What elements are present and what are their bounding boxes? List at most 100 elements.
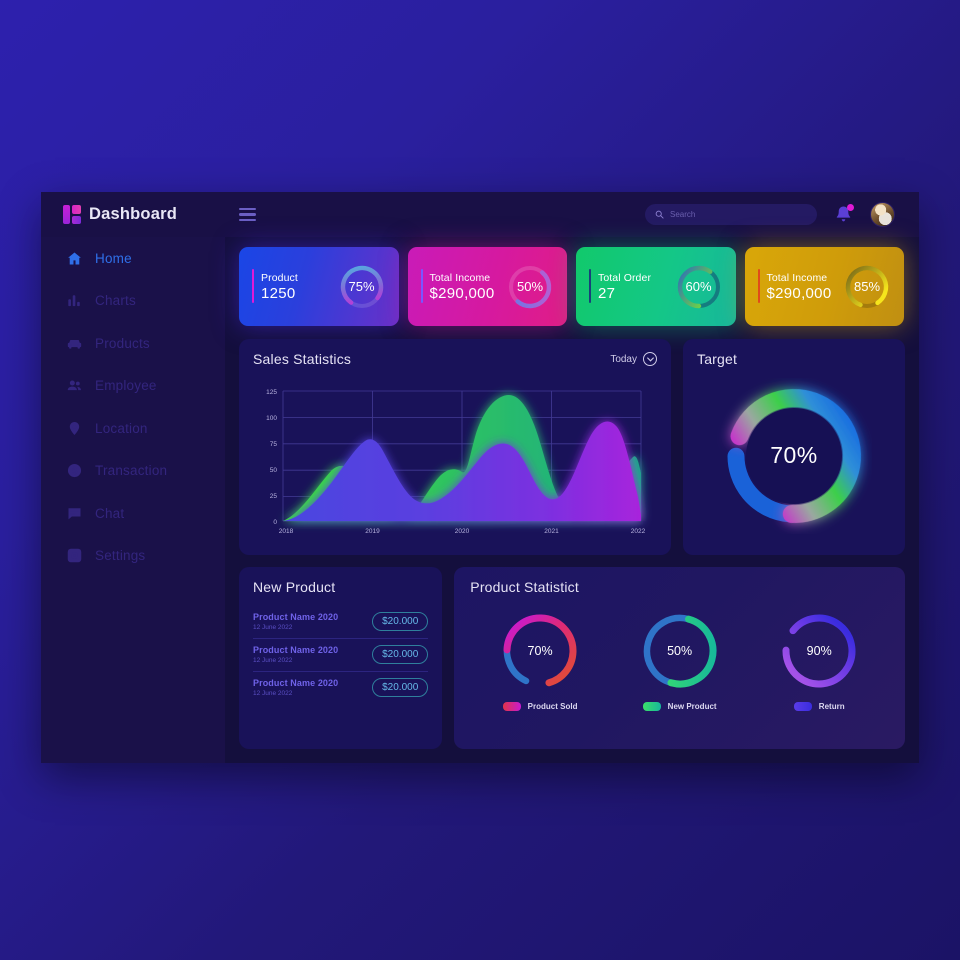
sidebar: Home Charts Products Employee Location T… (41, 237, 225, 763)
main-content: Product 1250 75% Total Income $290,000 5… (225, 237, 919, 763)
hamburger-icon[interactable] (239, 208, 256, 221)
stat-card-title: Total Income (429, 271, 491, 284)
sidebar-item-label: Home (95, 250, 132, 266)
sidebar-item-charts[interactable]: Charts (41, 280, 225, 323)
sidebar-item-label: Chat (95, 505, 125, 521)
stat-card-total-order[interactable]: Total Order 27 60% (576, 247, 736, 326)
notification-dot (847, 204, 854, 211)
notification-bell[interactable] (835, 204, 854, 224)
today-filter-dropdown[interactable]: Today (610, 352, 657, 366)
panel-title: Target (697, 351, 738, 367)
chat-icon (68, 508, 81, 520)
sidebar-item-label: Location (95, 420, 148, 436)
sidebar-item-label: Charts (95, 293, 136, 309)
stat-card-percent: 85% (853, 279, 881, 294)
stat-card-value: $290,000 (766, 284, 832, 302)
accent-bar (757, 269, 760, 303)
stat-card-product[interactable]: Product 1250 75% (239, 247, 399, 326)
product-price[interactable]: $20.000 (372, 645, 429, 664)
chevron-down-circle-icon (643, 352, 657, 366)
list-item[interactable]: Product Name 2020 12 June 2022 $20.000 (253, 672, 429, 704)
product-name: Product Name 2020 (253, 678, 339, 688)
product-name: Product Name 2020 (253, 645, 339, 655)
svg-text:2019: 2019 (365, 528, 380, 535)
dashboard-window: Dashboard Search Home Charts Products Em… (41, 192, 919, 763)
new-product-list: Product Name 2020 12 June 2022 $20.000 P… (253, 606, 429, 704)
donut-legend: New Product (615, 702, 745, 711)
donut-return: 90% Return (754, 607, 884, 711)
stat-card-percent: 50% (516, 279, 544, 294)
donut-percent: 90% (806, 644, 832, 658)
svg-text:125: 125 (266, 389, 277, 396)
sidebar-item-settings[interactable]: Settings (41, 535, 225, 578)
stat-card-title: Total Order (598, 271, 652, 284)
legend-color-chip (642, 702, 661, 711)
home-icon (68, 252, 81, 265)
product-statistic-donuts: 70% Product Sold 50% New Product 90% Ret… (470, 607, 889, 711)
stat-card-percent: 60% (685, 279, 712, 294)
sidebar-item-home[interactable]: Home (41, 237, 225, 280)
stat-card-ring: 85% (842, 262, 892, 312)
sidebar-item-transaction[interactable]: Transaction (41, 450, 225, 493)
list-item[interactable]: Product Name 2020 12 June 2022 $20.000 (253, 606, 429, 639)
sidebar-item-label: Transaction (95, 463, 168, 479)
stat-card-percent: 75% (348, 279, 375, 294)
stat-cards-row: Product 1250 75% Total Income $290,000 5… (239, 247, 905, 326)
today-filter-label: Today (610, 353, 637, 365)
panel-title: Sales Statistics (253, 351, 352, 367)
stat-card-total-income-2[interactable]: Total Income $290,000 85% (744, 247, 904, 326)
accent-bar (589, 269, 592, 303)
svg-text:100: 100 (266, 415, 277, 422)
donut-new-product: 50% New Product (615, 607, 745, 711)
search-box[interactable] (645, 204, 817, 225)
avatar[interactable] (870, 202, 895, 227)
legend-color-chip (502, 702, 521, 711)
legend-label: Return (818, 702, 845, 711)
panel-title: New Product (253, 579, 336, 595)
bar-chart-icon (68, 295, 80, 307)
topbar: Dashboard (41, 192, 919, 237)
brand[interactable]: Dashboard (41, 205, 225, 224)
product-price[interactable]: $20.000 (372, 678, 429, 697)
search-icon (655, 210, 664, 219)
donut-chart: 90% (775, 607, 863, 695)
sidebar-item-label: Products (95, 335, 150, 351)
product-date: 12 June 2022 (253, 657, 293, 664)
stat-card-title: Product (261, 271, 298, 284)
target-percent: 70% (770, 442, 818, 469)
svg-text:75: 75 (270, 441, 278, 448)
dollar-coin-icon (67, 464, 82, 478)
new-product-panel: New Product Product Name 2020 12 June 20… (239, 567, 443, 749)
accent-bar (420, 269, 423, 303)
sidebar-item-label: Settings (95, 548, 146, 564)
donut-chart: 70% (496, 607, 584, 695)
list-item[interactable]: Product Name 2020 12 June 2022 $20.000 (253, 639, 429, 672)
stat-card-total-income-1[interactable]: Total Income $290,000 50% (407, 247, 567, 326)
x-axis-labels: 2018 2019 2020 2021 2022 (279, 528, 646, 535)
stat-card-ring: 75% (337, 262, 387, 312)
people-icon (67, 380, 81, 391)
sidebar-item-location[interactable]: Location (41, 407, 225, 450)
product-date: 12 June 2022 (253, 690, 293, 697)
search-input[interactable] (670, 210, 807, 219)
stat-card-value: 27 (598, 284, 616, 302)
legend-label: New Product (667, 702, 717, 711)
panel-title: Product Statistict (470, 579, 579, 595)
stat-card-value: $290,000 (429, 284, 495, 302)
sales-statistics-panel: Sales Statistics Today 125 100 75 50 25 … (239, 339, 671, 555)
mid-row: Sales Statistics Today 125 100 75 50 25 … (239, 339, 905, 555)
bottom-row: New Product Product Name 2020 12 June 20… (239, 567, 905, 749)
sidebar-item-employee[interactable]: Employee (41, 365, 225, 408)
stat-card-ring: 50% (505, 262, 555, 312)
brand-title: Dashboard (89, 205, 177, 223)
map-pin-icon (69, 421, 80, 435)
svg-text:2020: 2020 (455, 528, 470, 535)
sidebar-item-chat[interactable]: Chat (41, 492, 225, 535)
stat-card-title: Total Income (766, 271, 828, 284)
car-icon (67, 339, 82, 349)
y-axis-labels: 125 100 75 50 25 0 (266, 389, 277, 526)
sidebar-item-products[interactable]: Products (41, 322, 225, 365)
product-price[interactable]: $20.000 (372, 612, 429, 631)
svg-text:2021: 2021 (544, 528, 559, 535)
topbar-actions (645, 202, 919, 227)
